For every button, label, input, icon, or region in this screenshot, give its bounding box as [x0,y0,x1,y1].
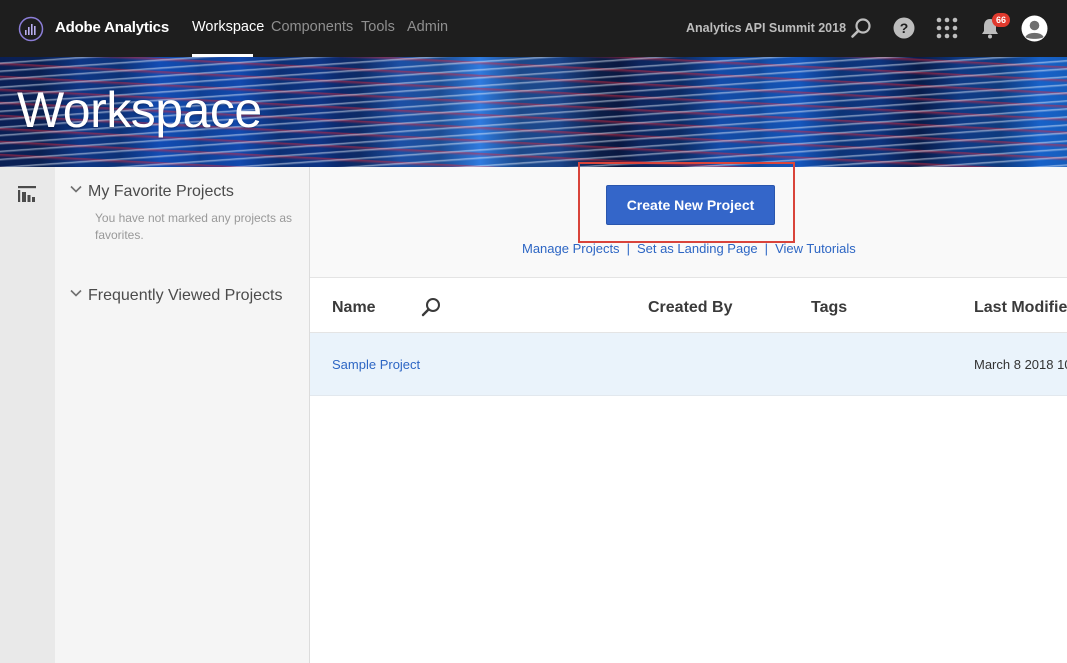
company-selector[interactable]: Analytics API Summit 2018 [686,21,846,35]
view-tutorials-link[interactable]: View Tutorials [775,241,856,256]
brand-name[interactable]: Adobe Analytics [55,19,169,36]
left-rail [0,167,55,663]
nav-tab-components[interactable]: Components [271,19,353,35]
workspace-banner: Workspace [0,57,1067,167]
annotation-highlight-box [578,162,795,243]
nav-tab-workspace[interactable]: Workspace [192,19,264,35]
svg-text:?: ? [900,20,909,36]
nav-tab-admin[interactable]: Admin [407,19,448,35]
projects-side-panel: My Favorite Projects You have not marked… [55,167,310,663]
link-separator: | [626,241,630,256]
nav-tab-tools[interactable]: Tools [361,19,395,35]
project-links: Manage Projects | Set as Landing Page | View… [522,241,856,256]
notification-count-badge: 66 [992,13,1010,27]
search-icon[interactable] [420,296,442,318]
set-as-landing-page-link[interactable]: Set as Landing Page [637,241,758,256]
user-avatar-icon[interactable] [1021,15,1048,42]
apps-grid-icon[interactable] [935,16,959,40]
favorites-section-title: My Favorite Projects [88,183,234,200]
column-header-name[interactable]: Name [332,299,376,317]
favorites-section-header[interactable]: My Favorite Projects [70,183,234,201]
frequent-section-title: Frequently Viewed Projects [88,287,283,304]
last-modified-cell: March 8 2018 10 [974,357,1067,372]
projects-panel-icon[interactable] [18,186,36,202]
manage-projects-link[interactable]: Manage Projects [522,241,620,256]
chevron-down-icon [70,289,82,297]
chevron-down-icon [70,185,82,193]
project-name-link[interactable]: Sample Project [332,357,420,372]
column-header-created-by[interactable]: Created By [648,299,732,317]
projects-table-header: Name Created By Tags Last Modified [310,277,1067,333]
table-row[interactable]: Sample Project March 8 2018 10 [310,333,1067,396]
top-navigation-bar: Adobe Analytics Workspace Components Too… [0,0,1067,57]
column-header-tags[interactable]: Tags [811,299,847,317]
link-separator: | [764,241,769,256]
help-icon[interactable]: ? [892,16,916,40]
search-icon[interactable] [849,16,873,40]
column-header-last-modified[interactable]: Last Modified [974,299,1067,317]
favorites-empty-message: You have not marked any projects as favo… [95,211,293,242]
frequent-section-header[interactable]: Frequently Viewed Projects [70,287,282,305]
adobe-analytics-logo-icon[interactable] [18,16,44,42]
page-title: Workspace [17,82,262,138]
